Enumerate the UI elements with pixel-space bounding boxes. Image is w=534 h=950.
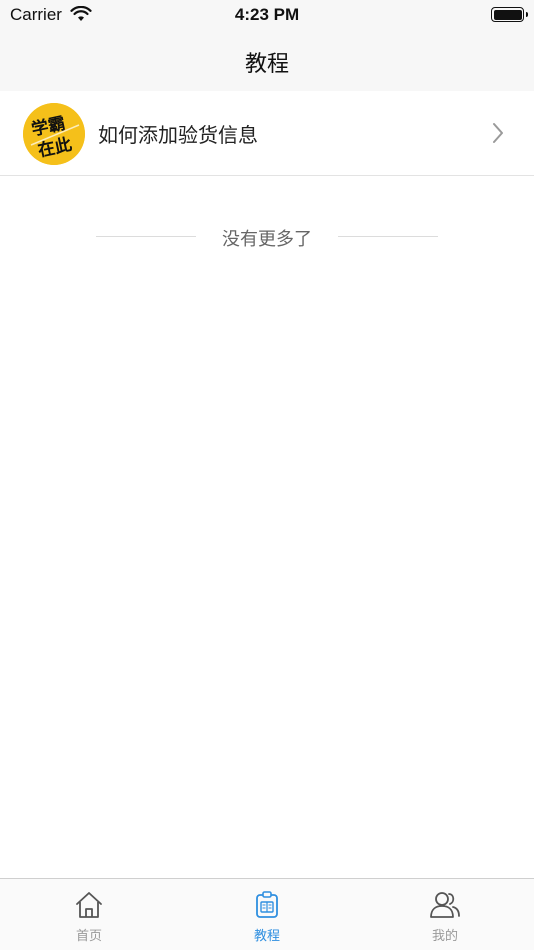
tab-profile-label: 我的 bbox=[431, 929, 458, 944]
tab-home[interactable]: 首页 bbox=[0, 879, 178, 950]
divider-right bbox=[338, 236, 438, 237]
status-bar: Carrier 4:23 PM bbox=[0, 0, 534, 30]
battery-icon bbox=[491, 7, 528, 22]
page-title: 教程 bbox=[244, 52, 289, 77]
xueba-zaici-badge-icon: 学霸 在此 bbox=[23, 103, 85, 165]
tutorial-list-item[interactable]: 学霸 在此 如何添加验货信息 bbox=[0, 91, 534, 176]
tab-home-label: 首页 bbox=[75, 929, 102, 944]
chevron-right-icon bbox=[493, 123, 503, 143]
navigation-bar: 教程 bbox=[0, 30, 534, 91]
tab-profile[interactable]: 我的 bbox=[356, 879, 534, 950]
no-more-label: 没有更多了 bbox=[222, 229, 312, 250]
status-time: 4:23 PM bbox=[234, 5, 300, 24]
profile-icon bbox=[430, 892, 460, 918]
tab-tutorial-label: 教程 bbox=[253, 929, 280, 944]
tutorial-title: 如何添加验货信息 bbox=[98, 123, 258, 147]
tutorial-icon bbox=[256, 891, 278, 918]
tab-bar: 首页 教程 我的 bbox=[0, 878, 534, 950]
home-icon bbox=[76, 892, 102, 918]
tab-tutorial[interactable]: 教程 bbox=[178, 879, 356, 950]
